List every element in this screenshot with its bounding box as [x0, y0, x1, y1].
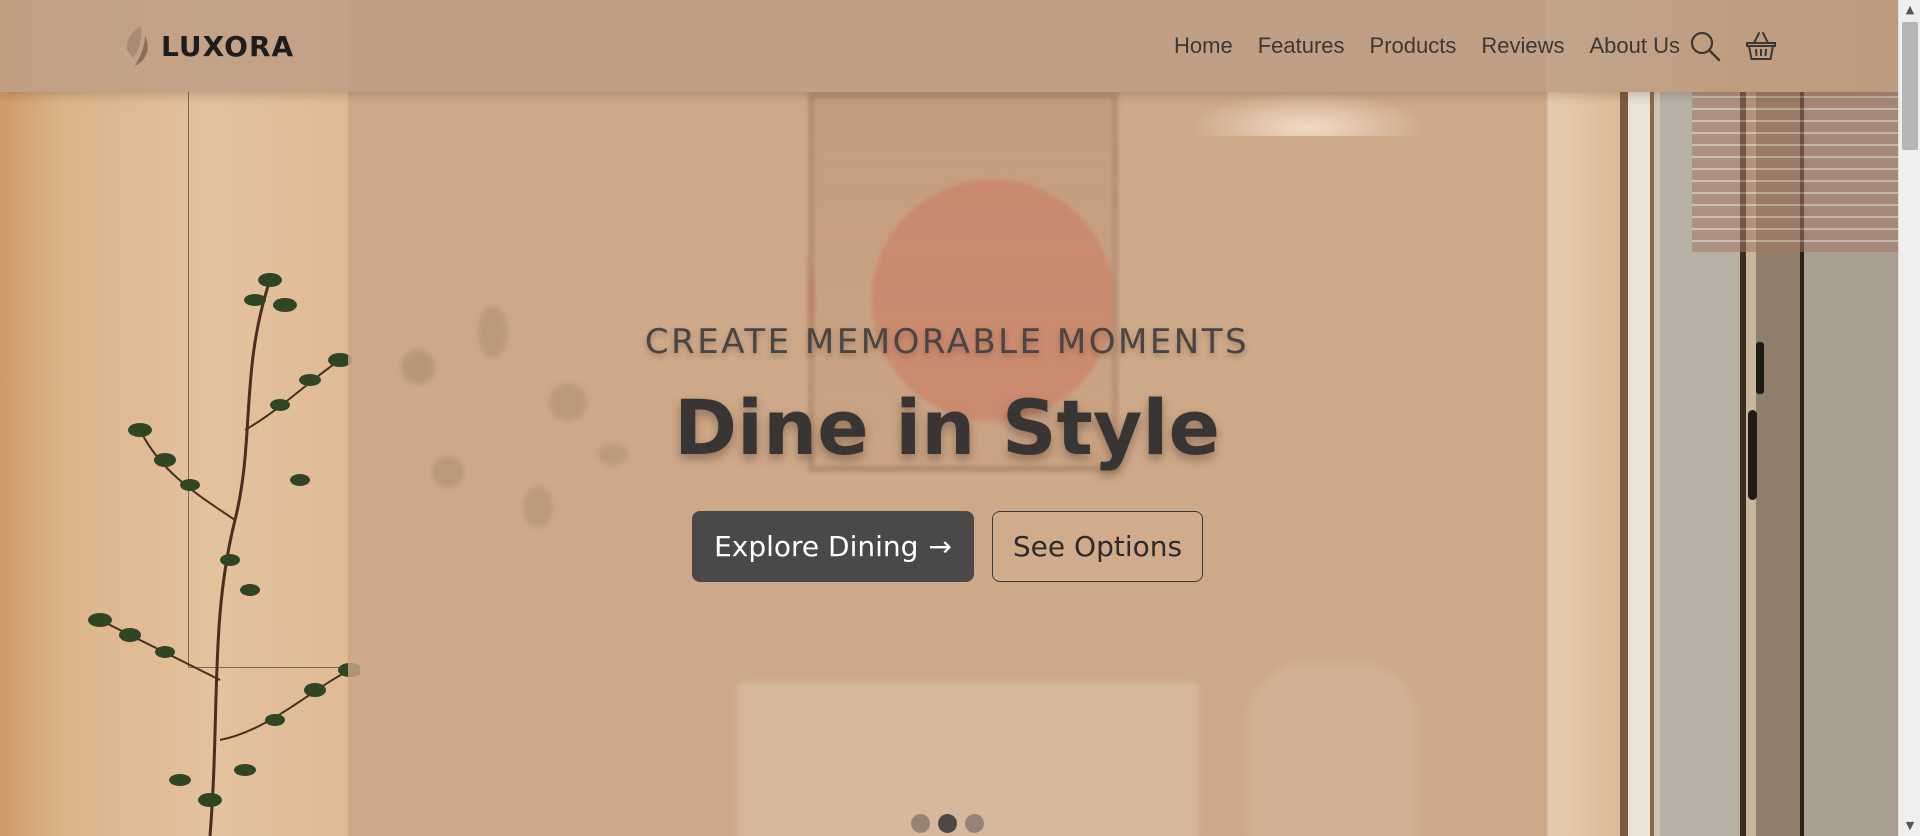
header-icons — [1689, 30, 1777, 62]
explore-dining-button[interactable]: Explore Dining → — [692, 511, 974, 582]
nav-link-products[interactable]: Products — [1370, 33, 1457, 59]
brand-logo[interactable]: LUXORA — [115, 24, 294, 68]
site-header: LUXORA Home Features Products Reviews Ab… — [0, 0, 1898, 92]
scrollbar-thumb[interactable] — [1902, 22, 1918, 150]
lotus-logo-icon — [117, 26, 148, 66]
blurred-table — [738, 682, 1198, 836]
search-icon[interactable] — [1689, 30, 1721, 62]
nav-link-home[interactable]: Home — [1174, 33, 1233, 59]
nav-link-features[interactable]: Features — [1258, 33, 1345, 59]
blurred-lamp — [1188, 92, 1428, 136]
window-bricks — [1692, 92, 1920, 252]
blurred-chair — [1248, 662, 1418, 836]
nav-link-about-us[interactable]: About Us — [1590, 33, 1681, 59]
explore-dining-label: Explore Dining — [714, 530, 919, 563]
see-options-button[interactable]: See Options — [992, 511, 1203, 582]
carousel-dot-1[interactable] — [911, 814, 930, 833]
basket-icon[interactable] — [1745, 30, 1777, 62]
brand-name: LUXORA — [161, 29, 295, 63]
carousel-dot-2[interactable] — [938, 814, 957, 833]
carousel-indicators — [911, 814, 984, 833]
hero-title: Dine in Style — [673, 383, 1221, 472]
carousel-dot-3[interactable] — [965, 814, 984, 833]
nav-link-reviews[interactable]: Reviews — [1481, 33, 1564, 59]
vertical-scrollbar[interactable]: ▲ ▼ — [1898, 0, 1920, 836]
hero-subtitle: CREATE MEMORABLE MOMENTS — [644, 322, 1250, 362]
scroll-down-arrow-icon[interactable]: ▼ — [1899, 816, 1920, 836]
arrow-right-icon: → — [928, 530, 952, 563]
main-nav: Home Features Products Reviews About Us — [1174, 0, 1680, 92]
scroll-up-arrow-icon[interactable]: ▲ — [1899, 0, 1920, 20]
